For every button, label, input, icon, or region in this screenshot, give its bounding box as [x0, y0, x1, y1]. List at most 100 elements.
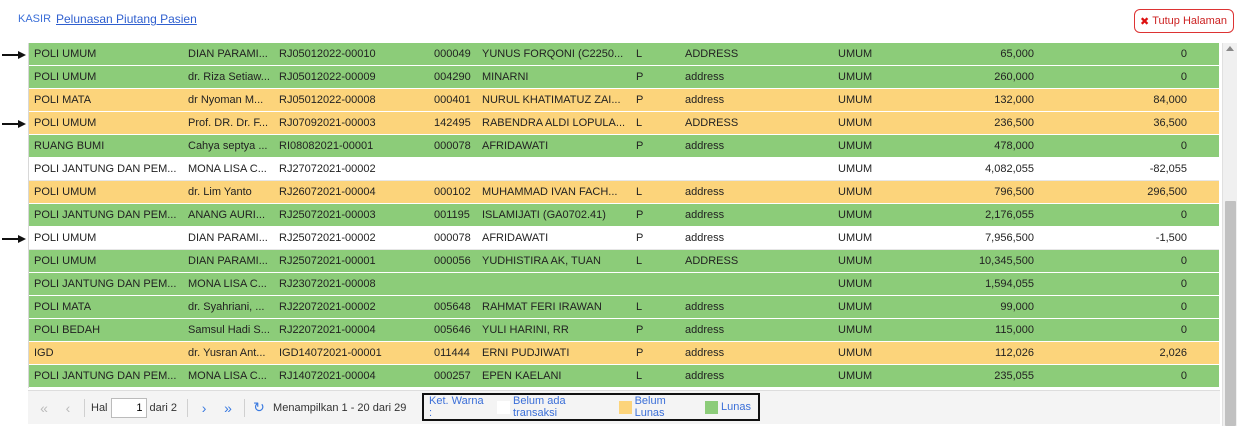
page-number-input[interactable] [110, 397, 147, 418]
next-page-icon[interactable]: › [192, 400, 216, 416]
cell-sisa: 84,000 [1153, 94, 1187, 106]
cell-total: 236,500 [994, 117, 1034, 129]
row-pointer-arrow-icon [2, 51, 26, 59]
cell-jenis: UMUM [838, 163, 873, 175]
cell-jenis: UMUM [838, 278, 873, 290]
cell-nama: ISLAMIJATI (GA0702.41) [482, 209, 606, 221]
cell-reg: RJ25072021-00001 [279, 255, 376, 267]
cell-poli: POLI UMUM [34, 71, 97, 83]
table-row[interactable]: POLI JANTUNG DAN PEM... MONA LISA C... RJ1… [29, 365, 1219, 388]
cell-jenis: UMUM [838, 209, 873, 221]
table-row[interactable]: POLI BEDAH Samsul Hadi S... RJ22072021-000… [29, 319, 1219, 342]
cell-reg: RJ07092021-00003 [279, 117, 376, 129]
cell-sisa: 0 [1180, 255, 1187, 267]
cell-alamat [685, 273, 835, 295]
cell-rm: 000102 [434, 186, 471, 198]
pager-separator [244, 398, 246, 417]
cell-rm [434, 273, 482, 295]
cell-nama: RABENDRA ALDI LOPULA... [482, 117, 626, 129]
close-page-label: Tutup Halaman [1152, 15, 1227, 27]
cell-poli: POLI UMUM [34, 232, 97, 244]
cell-dokter: MONA LISA C... [188, 163, 267, 175]
table-row[interactable]: RUANG BUMI Cahya septya ... RI08082021-000… [29, 135, 1219, 158]
scrollbar-thumb[interactable] [1225, 201, 1236, 426]
cell-jenis: UMUM [838, 370, 873, 382]
cell-sisa: 0 [1180, 370, 1187, 382]
legend-swatch-green [705, 400, 719, 414]
cell-jenis: UMUM [838, 117, 873, 129]
cell-total: 235,055 [994, 370, 1034, 382]
table-row[interactable]: POLI JANTUNG DAN PEM... MONA LISA C... RJ2… [29, 273, 1219, 296]
table-row[interactable]: IGD dr. Yusran Ant... IGD14072021-00001 011… [29, 342, 1219, 365]
first-page-icon[interactable]: « [32, 400, 56, 416]
cell-rm: 000257 [434, 370, 471, 382]
cell-dokter: DIAN PARAMI... [188, 255, 268, 267]
cell-rm: 000049 [434, 48, 471, 60]
cell-dokter: MONA LISA C... [188, 370, 267, 382]
cell-rm: 005646 [434, 324, 471, 336]
table-row[interactable]: POLI MATA dr Nyoman M... RJ05012022-00008 0… [29, 89, 1219, 112]
table-row[interactable]: POLI UMUM DIAN PARAMI... RJ05012022-00010 0… [29, 43, 1219, 66]
last-page-icon[interactable]: » [216, 400, 240, 416]
cell-alamat [685, 158, 835, 180]
cell-total: 115,000 [995, 324, 1034, 336]
cell-poli: POLI BEDAH [34, 324, 101, 336]
cell-reg: RJ05012022-00008 [279, 94, 376, 106]
table-row[interactable]: POLI UMUM dr. Lim Yanto RJ26072021-00004 00… [29, 181, 1219, 204]
color-legend: Ket. Warna : Belum ada transaksi Belum L… [422, 393, 760, 421]
table-row[interactable]: POLI JANTUNG DAN PEM... ANANG AURI... RJ25… [29, 204, 1219, 227]
pager-separator [187, 398, 189, 417]
cell-nama: EPEN KAELANI [482, 370, 562, 382]
cell-dokter: dr. Lim Yanto [188, 186, 252, 198]
cell-poli: POLI MATA [34, 301, 92, 313]
cell-nama: MUHAMMAD IVAN FACH... [482, 186, 618, 198]
cell-poli: POLI UMUM [34, 117, 97, 129]
cell-alamat: address [685, 140, 725, 152]
cell-jenis: UMUM [838, 71, 873, 83]
cell-total: 7,956,500 [985, 232, 1034, 244]
cell-alamat: address [685, 232, 725, 244]
cell-jenis: UMUM [838, 255, 873, 267]
cell-alamat: address [685, 370, 725, 382]
table-row[interactable]: POLI JANTUNG DAN PEM... MONA LISA C... RJ2… [29, 158, 1219, 181]
scroll-up-arrow-icon[interactable] [1226, 46, 1234, 51]
cell-poli: POLI UMUM [34, 186, 97, 198]
cell-rm: 000078 [434, 232, 471, 244]
cell-jk: L [636, 255, 643, 267]
cell-sisa: 0 [1180, 71, 1187, 83]
legend-item-belum-ada-transaksi: Belum ada transaksi [513, 395, 566, 419]
cell-dokter: Cahya septya ... [188, 140, 268, 152]
table-row[interactable]: POLI UMUM DIAN PARAMI... RJ25072021-00002 0… [29, 227, 1219, 250]
cell-jk: L [636, 301, 643, 313]
close-page-button[interactable]: ✖ Tutup Halaman [1133, 9, 1234, 33]
cell-jk: P [636, 232, 644, 244]
legend-swatch-white [497, 400, 511, 414]
receivables-table: POLI UMUM DIAN PARAMI... RJ05012022-00010 0… [28, 43, 1219, 388]
legend-item-lunas: Lunas [721, 401, 752, 413]
refresh-icon[interactable]: ↻ [249, 399, 269, 416]
cell-jenis: UMUM [838, 140, 873, 152]
cell-jk: P [636, 140, 644, 152]
cell-dokter: ANANG AURI... [188, 209, 266, 221]
showing-records-label: Menampilkan 1 - 20 dari 29 [273, 401, 407, 414]
table-row[interactable]: POLI UMUM dr. Riza Setiaw... RJ05012022-00… [29, 66, 1219, 89]
cell-total: 4,082,055 [985, 163, 1034, 175]
cell-sisa: -1,500 [1155, 232, 1187, 244]
breadcrumb-root[interactable]: KASIR [18, 13, 51, 25]
table-row[interactable]: POLI UMUM DIAN PARAMI... RJ25072021-00001 0… [29, 250, 1219, 273]
cell-dokter: dr. Riza Setiaw... [188, 71, 270, 83]
prev-page-icon[interactable]: ‹ [56, 400, 80, 416]
cell-rm: 000401 [434, 94, 471, 106]
legend-item-belum-lunas: Belum Lunas [634, 395, 666, 419]
cell-reg: RJ27072021-00002 [279, 163, 376, 175]
cell-alamat: address [685, 186, 725, 198]
cell-alamat: ADDRESS [685, 48, 739, 60]
table-row[interactable]: POLI MATA dr. Syahriani, ... RJ22072021-00… [29, 296, 1219, 319]
cell-dokter: DIAN PARAMI... [188, 232, 268, 244]
table-row[interactable]: POLI UMUM Prof. DR. Dr. F... RJ07092021-00… [29, 112, 1219, 135]
cell-reg: RJ14072021-00004 [279, 370, 376, 382]
cell-poli: POLI JANTUNG DAN PEM... [34, 163, 177, 175]
breadcrumb-current[interactable]: Pelunasan Piutang Pasien [56, 12, 197, 26]
vertical-scrollbar[interactable] [1222, 43, 1237, 426]
cell-jk: P [636, 94, 644, 106]
